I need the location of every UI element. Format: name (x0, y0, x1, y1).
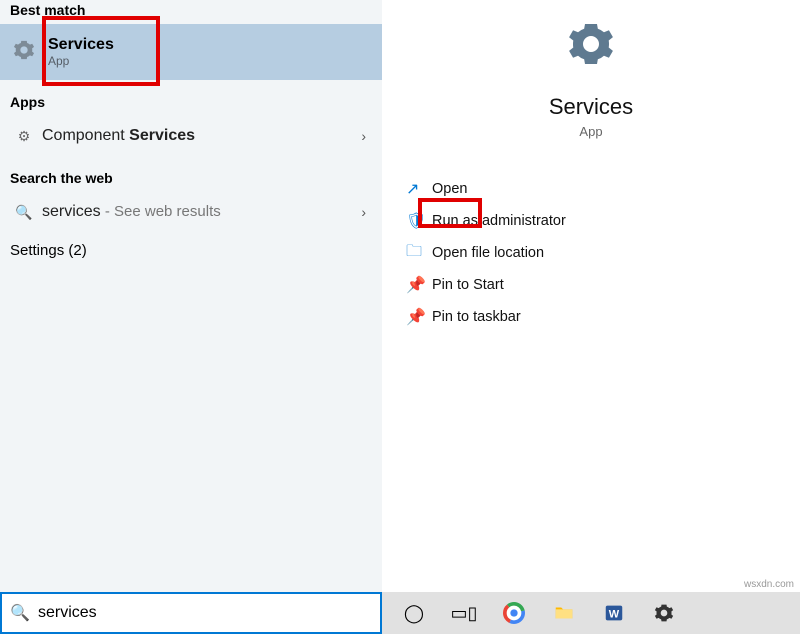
pin-to-start-label: Pin to Start (432, 277, 504, 293)
run-as-admin-action[interactable]: 🛡 Run as administrator (406, 205, 800, 237)
gear-icon (8, 39, 40, 66)
pin-to-start-action[interactable]: 📌 Pin to Start (406, 269, 800, 301)
result-title: Services (48, 36, 114, 54)
chevron-right-icon: › (361, 128, 366, 144)
search-results-pane: Best match Services App Apps ⚙ Component… (0, 0, 382, 592)
pin-to-taskbar-label: Pin to taskbar (432, 309, 521, 325)
cortana-button[interactable]: ◯ (400, 599, 428, 627)
web-header: Search the web (10, 164, 372, 192)
gear-icon (382, 20, 800, 84)
open-file-location-action[interactable]: 🗀 Open file location (406, 237, 800, 269)
file-explorer-icon[interactable] (550, 599, 578, 627)
settings-icon[interactable] (650, 599, 678, 627)
app-result-label: Component Services (42, 127, 361, 145)
open-icon: ↗ (406, 179, 432, 199)
best-match-header: Best match (0, 0, 382, 24)
open-action[interactable]: ↗ Open (406, 173, 800, 205)
taskbar: ◯ ▭▯ W (382, 592, 800, 634)
preview-subtitle: App (382, 124, 800, 139)
apps-header: Apps (10, 88, 372, 116)
task-view-button[interactable]: ▭▯ (450, 599, 478, 627)
word-icon[interactable]: W (600, 599, 628, 627)
component-services-icon: ⚙ (12, 128, 36, 145)
result-subtitle: App (48, 54, 114, 68)
search-icon: 🔍 (12, 204, 36, 221)
preview-title: Services (382, 94, 800, 120)
settings-results-header[interactable]: Settings (2) (0, 232, 382, 269)
preview-pane: Services App ↗ Open 🛡 Run as administrat… (382, 0, 800, 592)
svg-text:W: W (609, 609, 620, 621)
run-as-admin-label: Run as administrator (432, 213, 566, 229)
pin-icon: 📌 (406, 275, 432, 295)
shield-icon: 🛡 (406, 211, 432, 231)
web-result-label: services - See web results (42, 203, 361, 221)
chrome-icon[interactable] (500, 599, 528, 627)
app-result-component-services[interactable]: ⚙ Component Services › (10, 116, 372, 156)
pin-to-taskbar-action[interactable]: 📌 Pin to taskbar (406, 301, 800, 333)
watermark: wsxdn.com (744, 579, 794, 590)
folder-icon: 🗀 (406, 240, 432, 267)
search-input[interactable] (38, 604, 380, 622)
open-file-location-label: Open file location (432, 245, 544, 261)
open-label: Open (432, 181, 467, 197)
search-icon: 🔍 (2, 603, 38, 623)
chevron-right-icon: › (361, 204, 366, 220)
web-result[interactable]: 🔍 services - See web results › (10, 192, 372, 232)
pin-icon: 📌 (406, 307, 432, 327)
best-match-result[interactable]: Services App (0, 24, 382, 80)
search-bar[interactable]: 🔍 (0, 592, 382, 634)
